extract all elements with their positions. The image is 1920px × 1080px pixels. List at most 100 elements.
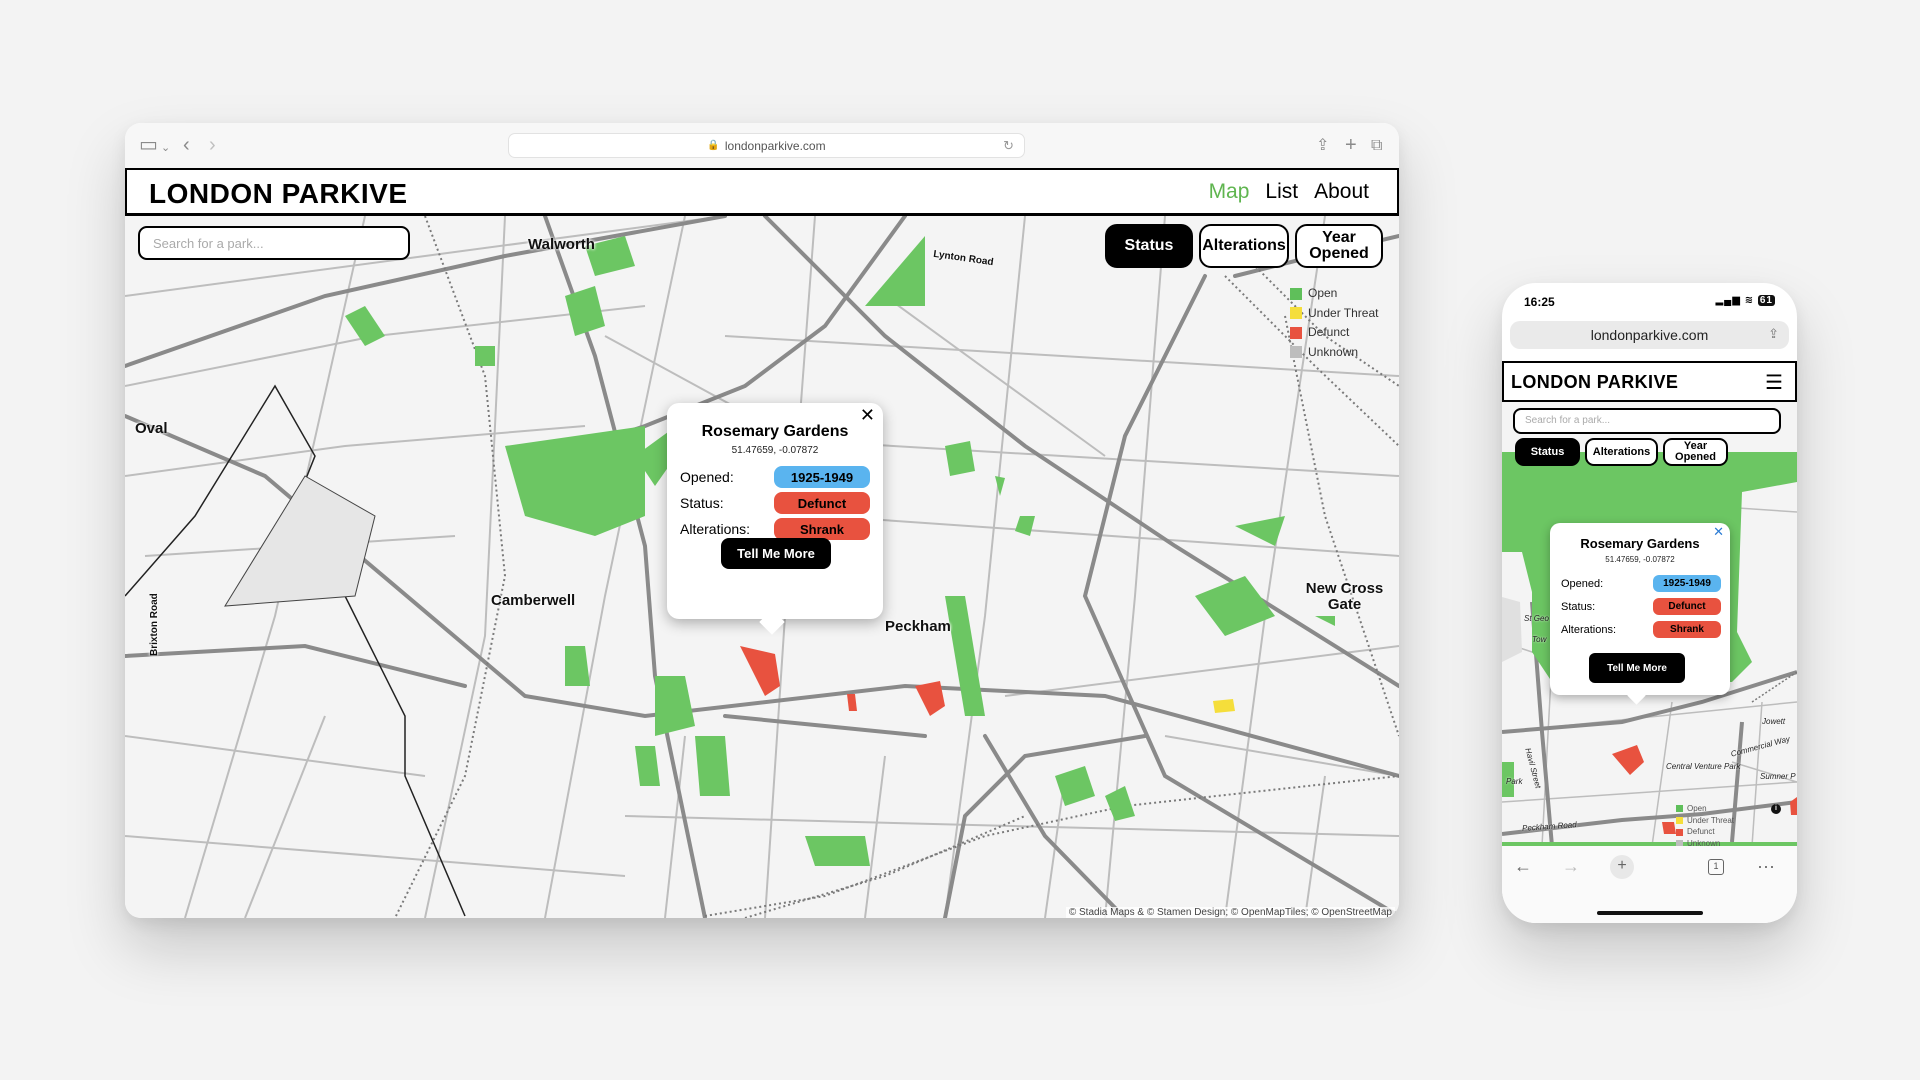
phone-clock: 16:25 — [1524, 295, 1555, 309]
phone-new-tab-icon[interactable]: + — [1610, 855, 1634, 879]
phone-popup-row-alterations: Alterations: Shrank — [1561, 621, 1721, 638]
phone-popup-park-name: Rosemary Gardens — [1580, 536, 1700, 551]
phone-alterations-value-chip: Shrank — [1653, 621, 1721, 638]
reload-icon[interactable]: ↻ — [1003, 138, 1014, 154]
phone-map-canvas[interactable]: Search for a park... Status Alterations … — [1502, 402, 1797, 846]
info-icon[interactable]: i — [1771, 804, 1781, 814]
map-label-new-cross-gate: New Cross Gate — [1305, 580, 1384, 613]
phone-status-value-chip: Defunct — [1653, 598, 1721, 615]
popup-coordinates: 51.47659, -0.07872 — [731, 445, 819, 456]
home-indicator — [1597, 911, 1703, 915]
popup-park-name: Rosemary Gardens — [701, 423, 849, 440]
phone-legend-item-under-threat: Under Threat — [1676, 815, 1734, 827]
lock-icon: 🔒 — [707, 140, 720, 151]
phone-status-label: Status: — [1561, 600, 1596, 613]
legend-item-under-threat: Under Threat — [1290, 304, 1378, 324]
website: LONDON PARKIVE Map List About Search for… — [125, 168, 1399, 918]
wifi-icon: ≋ — [1744, 295, 1755, 306]
swatch-open — [1290, 287, 1302, 300]
back-icon[interactable]: ‹ — [183, 133, 190, 157]
mobile-phone-frame: 16:25 ▂▄▆ ≋ 61 londonparkive.com ⇪ LONDO… — [1502, 283, 1797, 923]
phone-legend-item-defunct: Defunct — [1676, 826, 1734, 838]
map-canvas[interactable]: Search for a park... Status Alterations … — [125, 216, 1399, 918]
opened-label: Opened: — [680, 469, 734, 485]
phone-filter-status-button[interactable]: Status — [1515, 438, 1580, 466]
phone-address-bar-url: londonparkive.com — [1590, 327, 1709, 343]
tab-overview-icon[interactable]: ⧉ — [1371, 134, 1382, 158]
phone-filter-toggle-group: Status Alterations Year Opened — [1515, 438, 1728, 466]
swatch-unknown — [1290, 346, 1302, 359]
desktop-browser-window: ▭ ⌄ ‹ › 🔒 londonparkive.com ↻ ⇪ + ⧉ LOND… — [125, 123, 1399, 918]
browser-toolbar: ▭ ⌄ ‹ › 🔒 londonparkive.com ↻ ⇪ + ⧉ — [125, 123, 1399, 168]
status-label: Status: — [680, 495, 724, 511]
phone-back-icon[interactable]: ← — [1514, 856, 1532, 877]
chevron-down-icon[interactable]: ⌄ — [161, 136, 170, 160]
site-logo[interactable]: LONDON PARKIVE — [149, 178, 408, 210]
phone-map-label-central-venture-park: Central Venture Park — [1666, 762, 1741, 771]
phone-status-bar: 16:25 ▂▄▆ ≋ 61 — [1502, 283, 1797, 319]
battery-icon: 61 — [1757, 295, 1775, 306]
phone-forward-icon[interactable]: → — [1562, 856, 1580, 877]
popup-row-status: Status: Defunct — [680, 492, 870, 514]
filter-alterations-button[interactable]: Alterations — [1199, 224, 1289, 268]
phone-more-icon[interactable]: ··· — [1757, 856, 1775, 877]
phone-map-legend: Open Under Threat Defunct Unknown — [1676, 803, 1734, 846]
phone-legend-item-open: Open — [1676, 803, 1734, 815]
legend-item-open: Open — [1290, 284, 1378, 304]
tell-me-more-button[interactable]: Tell Me More — [721, 538, 831, 569]
map-attribution[interactable]: © Stadia Maps & © Stamen Design; © OpenM… — [1065, 907, 1395, 918]
map-label-walworth: Walworth — [528, 236, 595, 253]
phone-park-popup: ✕ Rosemary Gardens 51.47659, -0.07872 Op… — [1550, 523, 1730, 705]
map-label-oval: Oval — [135, 420, 168, 437]
phone-swatch-open — [1676, 805, 1683, 813]
swatch-defunct — [1290, 326, 1302, 339]
signal-icon: ▂▄▆ — [1715, 295, 1741, 306]
phone-swatch-defunct — [1676, 828, 1683, 836]
sidebar-toggle-icon[interactable]: ▭ — [139, 133, 158, 157]
phone-tabs-icon[interactable]: 1 — [1708, 859, 1724, 875]
share-icon[interactable]: ⇪ — [1768, 326, 1779, 342]
phone-popup-row-status: Status: Defunct — [1561, 598, 1721, 615]
map-legend: Open Under Threat Defunct Unknown — [1290, 284, 1378, 362]
new-tab-icon[interactable]: + — [1345, 133, 1357, 157]
status-value-chip: Defunct — [774, 492, 870, 514]
phone-filter-year-opened-button[interactable]: Year Opened — [1663, 438, 1728, 466]
hamburger-menu-icon[interactable]: ☰ — [1765, 370, 1783, 395]
nav-map[interactable]: Map — [1209, 180, 1250, 204]
legend-item-defunct: Defunct — [1290, 323, 1378, 343]
alterations-label: Alterations: — [680, 521, 751, 537]
legend-item-unknown: Unknown — [1290, 343, 1378, 363]
phone-opened-label: Opened: — [1561, 577, 1604, 590]
phone-map-label-sumner: Sumner P — [1760, 772, 1796, 781]
nav-about[interactable]: About — [1314, 180, 1369, 204]
phone-site-logo[interactable]: LONDON PARKIVE — [1511, 372, 1678, 393]
filter-status-button[interactable]: Status — [1105, 224, 1193, 268]
forward-icon[interactable]: › — [209, 133, 216, 157]
phone-legend-item-unknown: Unknown — [1676, 838, 1734, 846]
map-label-brixton-road: Brixton Road — [149, 593, 160, 656]
popup-row-opened: Opened: 1925-1949 — [680, 466, 870, 488]
phone-site-header: LONDON PARKIVE ☰ — [1502, 361, 1797, 402]
phone-tell-me-more-button[interactable]: Tell Me More — [1589, 653, 1685, 683]
share-icon[interactable]: ⇪ — [1316, 134, 1329, 158]
map-label-camberwell: Camberwell — [491, 592, 576, 609]
address-bar-url: londonparkive.com — [724, 138, 826, 153]
phone-map-label-park: Park — [1506, 777, 1523, 786]
phone-search-input[interactable]: Search for a park... — [1513, 408, 1781, 434]
search-input[interactable]: Search for a park... — [138, 226, 410, 260]
phone-swatch-under-threat — [1676, 817, 1683, 825]
phone-alterations-label: Alterations: — [1561, 623, 1617, 636]
filter-year-opened-button[interactable]: Year Opened — [1295, 224, 1383, 268]
nav-list[interactable]: List — [1265, 180, 1298, 204]
map-label-peckham: Peckham — [885, 618, 951, 635]
phone-map-label-st-geo: St Geo — [1524, 614, 1549, 623]
alterations-value-chip: Shrank — [774, 518, 870, 540]
phone-status-icons: ▂▄▆ ≋ 61 — [1715, 295, 1775, 306]
phone-filter-alterations-button[interactable]: Alterations — [1585, 438, 1658, 466]
park-popup: ✕ Rosemary Gardens 51.47659, -0.07872 Op… — [667, 403, 883, 635]
swatch-under-threat — [1290, 307, 1302, 320]
phone-popup-coordinates: 51.47659, -0.07872 — [1605, 555, 1675, 564]
phone-popup-row-opened: Opened: 1925-1949 — [1561, 575, 1721, 592]
address-bar[interactable]: 🔒 londonparkive.com ↻ — [508, 133, 1025, 158]
phone-address-bar[interactable]: londonparkive.com ⇪ — [1510, 321, 1789, 349]
